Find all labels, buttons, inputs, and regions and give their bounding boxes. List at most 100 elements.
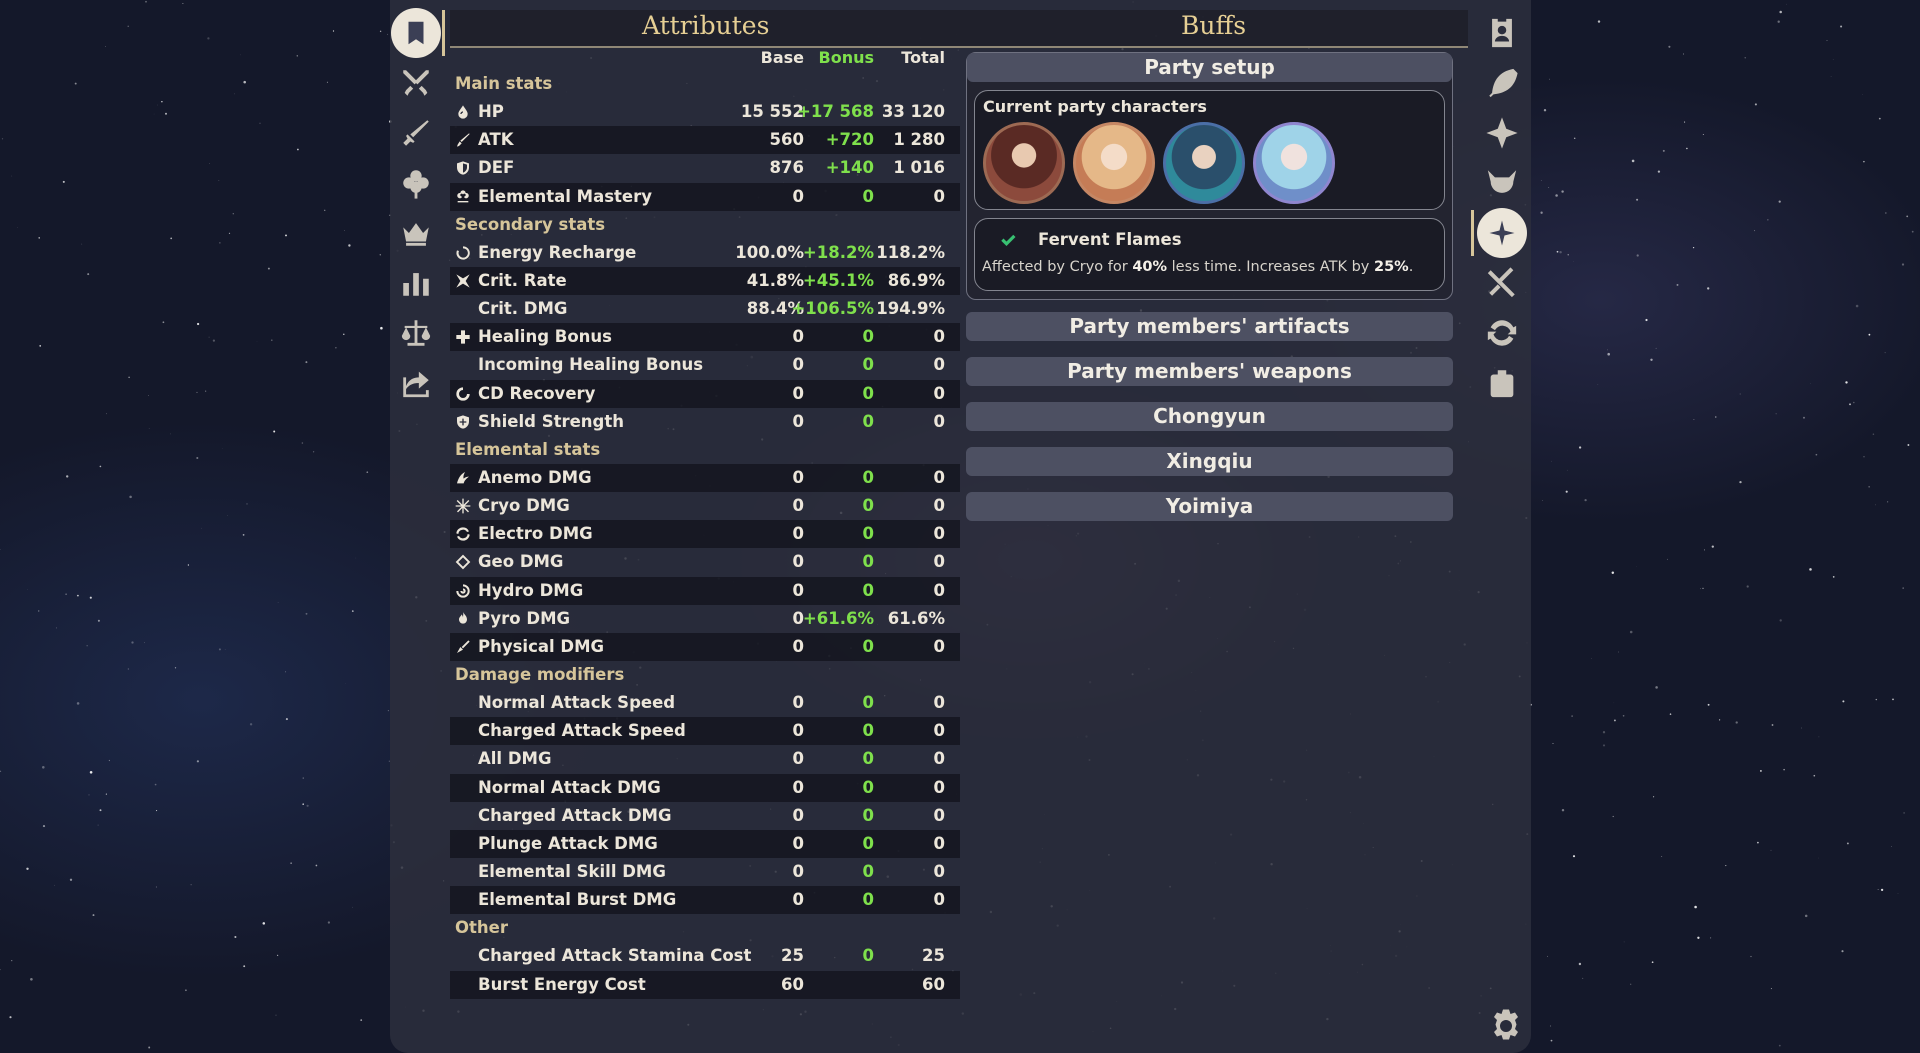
stat-row: Hydro DMG 0 0 0 [450,576,960,605]
panel-header: Attributes Buffs [450,10,1468,48]
stat-total: 61.6% [887,608,945,628]
fervent-flames-buff[interactable]: Fervent Flames Affected by Cryo for 40% … [974,218,1445,291]
stat-bonus: 0 [862,186,874,206]
stat-total: 0 [933,411,945,431]
stat-row: Electro DMG 0 0 0 [450,520,960,549]
yoimiya-section[interactable]: Yoimiya [966,492,1453,521]
party-artifacts-section[interactable]: Party members' artifacts [966,312,1453,341]
stat-row: Incoming Healing Bonus 0 0 0 [450,351,960,379]
stat-total: 0 [933,749,945,769]
shield-strength-icon [455,414,471,430]
stat-bonus: 0 [862,524,874,544]
stat-bonus: 0 [862,467,874,487]
stat-base: 0 [792,890,804,910]
stat-total: 0 [933,777,945,797]
stat-row: Geo DMG 0 0 0 [450,548,960,576]
stat-bonus: +720 [825,130,874,150]
buffs-nav-weapon[interactable] [1476,58,1528,108]
stat-row: ATK 560 +720 1 280 [450,126,960,155]
stat-base: 0 [792,524,804,544]
stat-base: 0 [792,833,804,853]
stat-total: 0 [933,467,945,487]
stat-label: Healing Bonus [478,327,612,347]
party-avatar-3[interactable] [1163,122,1245,204]
stat-label: Plunge Attack DMG [478,833,658,853]
nav-compare[interactable] [390,308,442,358]
stat-label: Anemo DMG [478,467,592,487]
stat-bonus: 0 [862,946,874,966]
geo-icon [455,554,471,570]
hydro-icon [455,583,471,599]
stat-row: Elemental Skill DMG 0 0 0 [450,858,960,886]
stat-label: Cryo DMG [478,496,570,516]
col-bonus-header: Bonus [818,48,875,67]
stat-row: Shield Strength 0 0 0 [450,408,960,436]
scales-icon [401,320,431,346]
current-party-label: Current party characters [983,97,1207,116]
stat-total: 33 120 [881,102,945,122]
stat-row: Normal Attack Speed 0 0 0 [450,689,960,717]
share-icon [403,371,429,398]
party-avatar-2[interactable] [1073,122,1155,204]
buffs-panel: Party setup Current party characters Fer… [966,52,1453,521]
active-indicator [1471,210,1474,256]
stat-total: 60 [922,974,945,994]
stat-total: 0 [933,890,945,910]
buffs-nav-food[interactable] [1476,258,1528,308]
stat-row: Healing Bonus 0 0 0 [450,323,960,352]
party-weapons-section[interactable]: Party members' weapons [966,357,1453,386]
current-party-box: Current party characters [974,90,1445,210]
stat-row: Pyro DMG 0 +61.6% 61.6% [450,605,960,633]
col-total-header: Total [901,48,945,67]
crown-icon [403,223,429,246]
stat-row: Elemental Burst DMG 0 0 0 [450,886,960,915]
buffs-nav-inventory[interactable] [1476,358,1528,408]
stat-total: 0 [933,636,945,656]
nav-character-sheet[interactable] [390,8,442,58]
col-base-header: Base [760,48,804,67]
stat-bonus: 0 [862,693,874,713]
buffs-nav-enemy[interactable] [1476,158,1528,208]
stat-total: 0 [933,355,945,375]
party-avatar-4[interactable] [1253,122,1335,204]
def-shield-icon [455,160,471,176]
attributes-title: Attributes [642,11,770,40]
nav-statistics[interactable] [390,258,442,308]
stat-total: 0 [933,524,945,544]
xingqiu-section[interactable]: Xingqiu [966,447,1453,476]
electro-icon [455,526,471,542]
buffs-nav-reactions[interactable] [1476,308,1528,358]
stat-label: CD Recovery [478,383,596,403]
artifact-flower-icon [403,170,429,199]
stat-bonus: 0 [862,636,874,656]
crossed-swords-icon [403,70,429,96]
stat-total: 118.2% [876,242,945,262]
nav-artifacts[interactable] [390,158,442,208]
stat-label: All DMG [478,749,552,769]
stat-total: 0 [933,805,945,825]
stat-label: Burst Energy Cost [478,974,646,994]
section-header: Other [450,914,960,942]
chongyun-section[interactable]: Chongyun [966,402,1453,431]
stat-total: 194.9% [876,299,945,319]
party-avatar-1[interactable] [983,122,1065,204]
party-setup-header[interactable]: Party setup [967,53,1452,82]
nav-constellation[interactable] [390,208,442,258]
nav-weapon[interactable] [390,108,442,158]
section-title: Secondary stats [455,214,606,234]
nav-talents[interactable] [390,58,442,108]
checkmark-icon[interactable] [999,231,1017,249]
stat-bonus: 0 [862,749,874,769]
stat-base: 0 [792,383,804,403]
stat-bonus: +17 568 [797,102,874,122]
stat-total: 0 [933,693,945,713]
weapon-feather-icon [1489,68,1518,98]
buffs-nav-team-buffs[interactable] [1471,208,1528,258]
buffs-nav-elemental[interactable] [1476,108,1528,158]
nav-share[interactable] [390,358,442,408]
settings-button[interactable] [1482,1002,1530,1050]
stat-label: HP [478,102,504,122]
anemo-icon [455,470,471,486]
stat-bonus: +106.5% [791,299,874,319]
buffs-nav-character[interactable] [1476,8,1528,58]
